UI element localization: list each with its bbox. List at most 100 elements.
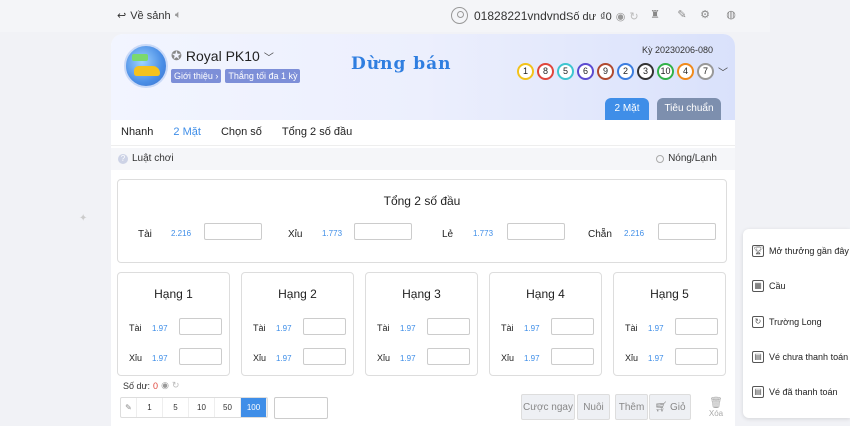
subtab-2-mat[interactable]: 2 Mặt bbox=[163, 120, 211, 145]
bet-input[interactable] bbox=[675, 318, 718, 335]
sum-title: Tổng 2 số đầu bbox=[383, 194, 461, 208]
side-menu-label: Vé đã thanh toán bbox=[769, 387, 838, 397]
bet-input-tai[interactable] bbox=[204, 223, 262, 240]
side-menu-item[interactable]: ↻ Trường Long bbox=[752, 316, 822, 328]
bet-input-le[interactable] bbox=[507, 223, 565, 240]
side-menu-label: Vé chưa thanh toán bbox=[769, 352, 849, 362]
mode-tab-standard[interactable]: Tiêu chuẩn bbox=[657, 98, 721, 120]
trophy-icon: 🏆︎ bbox=[752, 245, 764, 257]
cart-icon: 🛒︎ bbox=[654, 402, 668, 413]
sale-status: Dừng bán bbox=[351, 54, 452, 74]
option-odds: 1.97 bbox=[648, 354, 664, 363]
bet-input[interactable] bbox=[179, 348, 222, 365]
refresh-icon[interactable]: ↻ bbox=[629, 10, 638, 23]
bet-input[interactable] bbox=[303, 318, 346, 335]
subtab-tong-2-so-dau[interactable]: Tổng 2 số đầu bbox=[272, 120, 362, 145]
subtab-nhanh[interactable]: Nhanh bbox=[111, 120, 163, 145]
side-menu-label: Cầu bbox=[769, 281, 786, 291]
cart-label: Giỏ bbox=[669, 402, 686, 413]
question-icon: ? bbox=[118, 153, 128, 164]
globe-icon[interactable]: ◍ bbox=[725, 9, 737, 21]
option-label: Tài bbox=[253, 323, 266, 333]
result-ball: 7 bbox=[697, 63, 714, 80]
bet-amount-input[interactable] bbox=[274, 397, 328, 419]
result-ball: 1 bbox=[517, 63, 534, 80]
bet-input[interactable] bbox=[303, 348, 346, 365]
chip-50[interactable]: 50 bbox=[215, 398, 241, 417]
add-to-cart-button[interactable]: Thêm bbox=[615, 394, 648, 420]
back-arrow-icon: ↩ bbox=[117, 10, 127, 22]
chip-5[interactable]: 5 bbox=[163, 398, 189, 417]
option-label: Tài bbox=[129, 323, 142, 333]
delete-button[interactable]: 🗑︎ Xóa bbox=[705, 396, 727, 418]
option-label: Tài bbox=[138, 229, 152, 240]
favorite-star-icon[interactable]: ✪ bbox=[171, 48, 182, 64]
side-menu: 🏆︎ Mở thưởng gần đây ▦ Cầu ↻ Trường Long ▤ Vé c… bbox=[743, 229, 850, 418]
option-label: Xỉu bbox=[288, 229, 303, 240]
hot-cold-label: Nóng/Lạnh bbox=[668, 153, 717, 164]
edit-chips-icon[interactable]: ✎ bbox=[121, 398, 137, 417]
user-info[interactable]: 01828221vndvnd bbox=[451, 7, 566, 24]
result-ball: 3 bbox=[637, 63, 654, 80]
game-logo bbox=[124, 44, 168, 88]
trash-icon: 🗑︎ bbox=[709, 397, 723, 409]
rank-box: Hạng 5 Tài 1.97 Xỉu 1.97 bbox=[613, 272, 726, 376]
bet-input[interactable] bbox=[427, 348, 470, 365]
side-menu-label: Trường Long bbox=[769, 317, 822, 327]
side-menu-item[interactable]: 🏆︎ Mở thưởng gần đây bbox=[752, 245, 849, 257]
side-menu-item[interactable]: ▦ Cầu bbox=[752, 280, 786, 292]
bet-input-chan[interactable] bbox=[658, 223, 716, 240]
eye-icon[interactable]: ◉ bbox=[616, 10, 626, 23]
edit-icon[interactable]: ✎ bbox=[676, 9, 688, 21]
bet-balance-label: Số dư: bbox=[123, 380, 151, 391]
cart-button[interactable]: 🛒︎ Giỏ bbox=[649, 394, 691, 420]
bet-input[interactable] bbox=[551, 348, 594, 365]
option-odds: 1.97 bbox=[524, 354, 540, 363]
refresh-icon[interactable]: ↻ bbox=[172, 380, 180, 391]
bet-now-button[interactable]: Cược ngay bbox=[521, 394, 575, 420]
rank-title: Hạng 4 bbox=[526, 287, 565, 301]
bet-input[interactable] bbox=[551, 318, 594, 335]
bet-input-xiu[interactable] bbox=[354, 223, 412, 240]
refresh-icon: ↻ bbox=[752, 316, 764, 328]
gear-icon[interactable]: ⚙ bbox=[699, 9, 711, 21]
back-to-lobby-button[interactable]: ↩ Về sảnh bbox=[117, 9, 171, 23]
option-odds: 1.97 bbox=[276, 324, 292, 333]
chip-100[interactable]: 100 bbox=[241, 398, 267, 417]
side-menu-item[interactable]: ▤ Vé đã thanh toán bbox=[752, 386, 838, 398]
top-bar: ↩ Về sảnh 🔈︎ 01828221vndvnd Số dư ₫0 ◉ ↻… bbox=[0, 0, 770, 32]
grid-icon: ▦ bbox=[752, 280, 764, 292]
rules-label: Luật chơi bbox=[132, 153, 174, 164]
hot-cold-toggle[interactable]: Nóng/Lạnh bbox=[656, 153, 717, 164]
bet-bar: Số dư: 0 ◉ ↻ ✎ 1 5 10 50 100 Cược ngay Nuôi … bbox=[111, 376, 735, 426]
game-selector[interactable]: ✪ Royal PK10 ﹀ bbox=[171, 48, 274, 64]
balance-label: Số dư bbox=[566, 10, 596, 23]
option-odds: 2.216 bbox=[624, 229, 645, 238]
eye-icon[interactable]: ◉ bbox=[161, 380, 169, 391]
bet-input[interactable] bbox=[675, 348, 718, 365]
option-odds: 1.97 bbox=[152, 324, 168, 333]
intro-tag[interactable]: Giới thiệu › bbox=[171, 69, 222, 83]
mode-tab-2-mat[interactable]: 2 Mặt bbox=[605, 98, 649, 120]
balance-value: ₫0 bbox=[600, 10, 612, 23]
chevron-down-icon[interactable]: ﹀ bbox=[718, 64, 728, 79]
subtab-chon-so[interactable]: Chọn số bbox=[211, 120, 272, 145]
side-menu-item[interactable]: ▤ Vé chưa thanh toán bbox=[752, 351, 848, 363]
speaker-icon[interactable]: 🔈︎ bbox=[175, 9, 182, 22]
option-label: Xỉu bbox=[253, 353, 267, 363]
result-ball: 9 bbox=[597, 63, 614, 80]
chip-10[interactable]: 10 bbox=[189, 398, 215, 417]
result-ball: 2 bbox=[617, 63, 634, 80]
rank-title: Hạng 2 bbox=[278, 287, 317, 301]
option-label: Tài bbox=[625, 323, 638, 333]
chase-number-button[interactable]: Nuôi số bbox=[577, 394, 610, 420]
option-odds: 1.97 bbox=[648, 324, 664, 333]
bet-input[interactable] bbox=[179, 318, 222, 335]
option-odds: 1.97 bbox=[276, 354, 292, 363]
trophy-icon[interactable]: ♜ bbox=[649, 9, 661, 21]
radio-icon bbox=[656, 154, 665, 163]
bet-input[interactable] bbox=[427, 318, 470, 335]
chip-1[interactable]: 1 bbox=[137, 398, 163, 417]
rules-link[interactable]: ? Luật chơi bbox=[118, 153, 174, 164]
option-odds: 1.97 bbox=[400, 354, 416, 363]
